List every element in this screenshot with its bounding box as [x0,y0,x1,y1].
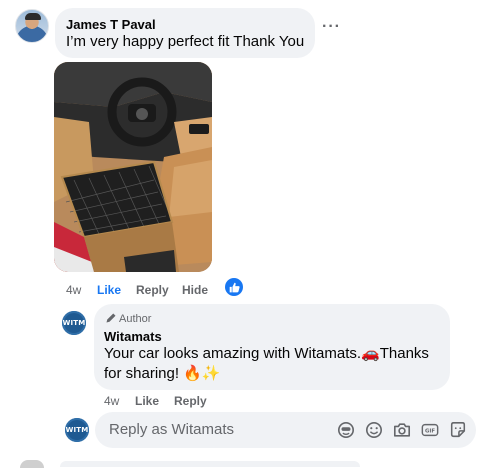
comment-timestamp[interactable]: 4w [66,283,81,297]
reply-like-button[interactable]: Like [135,394,159,408]
comment-hide-button[interactable]: Hide [182,283,208,297]
comment-text: I’m very happy perfect fit Thank You [66,33,305,50]
pencil-icon [106,313,116,323]
composer-placeholder[interactable]: Reply as Witamats [109,421,234,438]
car-interior-image [54,62,212,272]
reply-reply-button[interactable]: Reply [174,394,207,408]
comment-reply-button[interactable]: Reply [136,283,169,297]
comment-author-name[interactable]: James T Paval [66,17,156,32]
thumbs-up-icon [229,282,240,292]
page-avatar[interactable]: WITM [62,311,86,335]
gif-icon[interactable]: GIF [421,421,439,439]
reply-author-name[interactable]: Witamats [104,329,162,344]
avatar-sticker-icon[interactable] [337,421,355,439]
comment-like-button[interactable]: Like [97,283,121,297]
reply-text-line-1: Your car looks amazing with Witamats.🚗Th… [104,345,429,362]
next-comment-bubble-partial [60,461,360,467]
author-badge: Author [119,313,152,325]
svg-text:GIF: GIF [425,428,435,434]
reply-bubble: Author Witamats Your car looks amazing w… [94,304,450,390]
comment-bubble: James T Paval I’m very happy perfect fit… [55,8,315,58]
comment-photo[interactable] [54,62,212,272]
reply-text-line-2: for sharing! 🔥✨ [104,365,221,382]
reply-timestamp[interactable]: 4w [104,394,119,408]
user-avatar[interactable] [15,9,49,43]
next-comment-avatar-partial [20,460,44,468]
like-reaction-icon[interactable] [225,278,243,296]
camera-icon[interactable] [393,421,411,439]
reply-composer[interactable]: Reply as Witamats GIF [95,412,476,448]
more-options-icon[interactable]: ··· [322,19,341,35]
sticker-icon[interactable] [449,421,467,439]
emoji-icon[interactable] [365,421,383,439]
composer-avatar: WITM [65,418,89,442]
